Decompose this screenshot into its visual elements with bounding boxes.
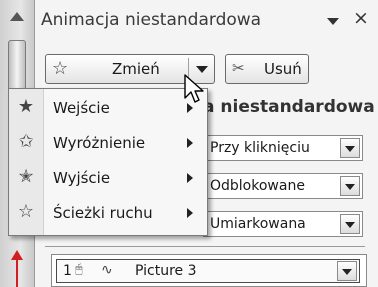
menu-item-label: Wejście — [53, 99, 110, 117]
start-dropdown-chevron-down-icon[interactable] — [340, 138, 360, 158]
menu-item-emphasis[interactable]: ✩ Wyróżnienie — [9, 126, 207, 160]
direction-value: Odblokowane — [210, 178, 305, 194]
mouse-pointer-icon — [184, 74, 204, 103]
start-value: Przy kliknięciu — [210, 140, 310, 156]
menu-item-exit[interactable]: ✭ Wyjście — [9, 161, 207, 195]
change-effect-menu: ★ Wejście ✩ Wyróżnienie ✭ Wyjście ☆ Ście… — [8, 88, 208, 236]
chevron-down-icon[interactable] — [196, 66, 208, 73]
red-marker-line — [16, 258, 18, 287]
motion-path-icon: ∿ — [101, 262, 113, 278]
speed-value: Umiarkowana — [210, 216, 306, 232]
list-item-chevron-down-icon[interactable] — [337, 261, 357, 281]
entrance-star-icon: ★ — [17, 96, 35, 117]
star-effect-icon: ☆ — [52, 58, 69, 79]
menu-item-label: Wyjście — [53, 169, 111, 187]
motion-path-star-icon: ☆ — [17, 201, 35, 222]
animation-name: Picture 3 — [135, 263, 197, 279]
pane-title: Animacja niestandardowa — [41, 10, 262, 30]
remove-effect-button[interactable]: ✂ Usuń — [225, 54, 309, 84]
submenu-arrow-icon — [187, 173, 193, 183]
animation-list: 1 🖰 ∿ Picture 3 — [51, 254, 367, 287]
menu-item-label: Wyróżnienie — [53, 134, 146, 152]
speed-combo[interactable]: Umiarkowana — [203, 211, 363, 237]
mouse-click-icon: 🖰 — [75, 262, 83, 277]
exit-star-icon: ✭ — [18, 166, 34, 187]
speed-dropdown-chevron-down-icon[interactable] — [340, 214, 360, 234]
menu-item-motion-paths[interactable]: ☆ Ścieżki ruchu — [9, 196, 207, 230]
animation-order: 1 — [63, 263, 72, 279]
emphasis-star-icon: ✩ — [18, 131, 34, 152]
divider — [45, 246, 365, 247]
pane-options-chevron-down-icon[interactable] — [327, 18, 339, 25]
start-combo[interactable]: Przy kliknięciu — [203, 135, 363, 161]
direction-combo[interactable]: Odblokowane — [203, 173, 363, 199]
remove-effect-icon: ✂ — [232, 59, 245, 77]
scroll-up-arrow-icon[interactable] — [10, 12, 24, 21]
change-button-label: Zmień — [112, 60, 160, 78]
list-item[interactable]: 1 🖰 ∿ Picture 3 — [56, 259, 360, 283]
submenu-arrow-icon — [187, 208, 193, 218]
menu-item-entrance[interactable]: ★ Wejście — [9, 91, 207, 125]
close-icon[interactable]: × — [353, 8, 369, 28]
remove-button-label: Usuń — [264, 60, 302, 78]
pane-header: Animacja niestandardowa × — [35, 0, 378, 40]
menu-item-label: Ścieżki ruchu — [53, 204, 153, 222]
submenu-arrow-icon — [187, 138, 193, 148]
modify-section-label: a niestandardowa — [203, 97, 375, 117]
direction-dropdown-chevron-down-icon[interactable] — [340, 176, 360, 196]
